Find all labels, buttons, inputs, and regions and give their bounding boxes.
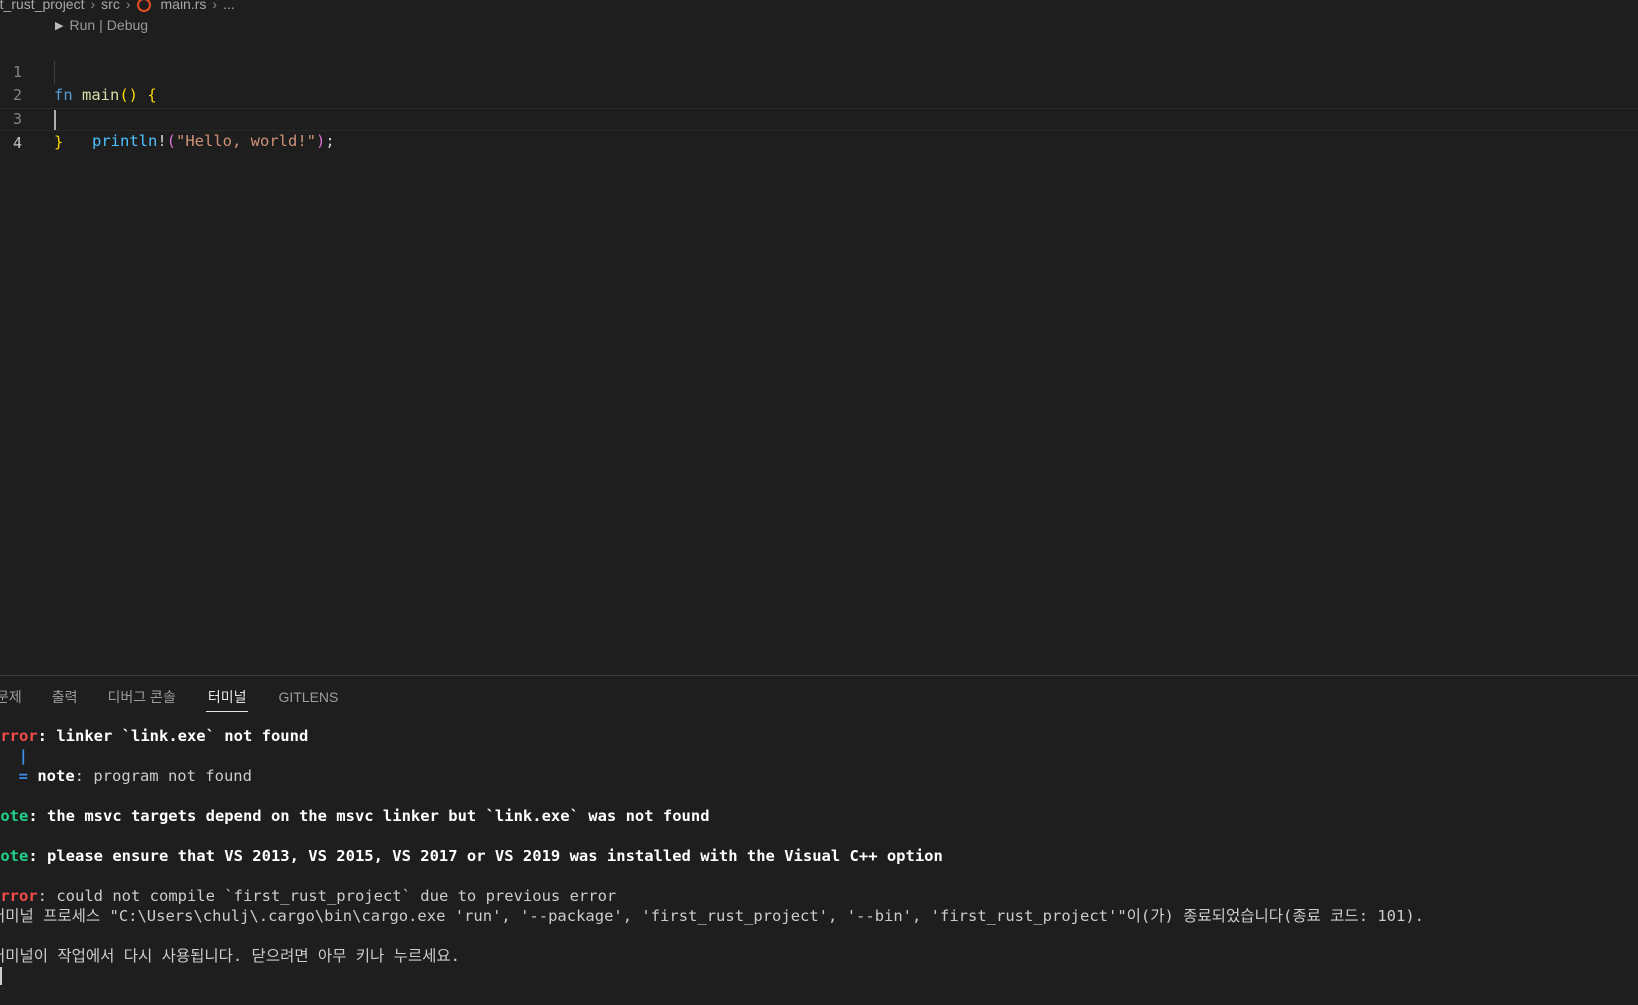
terminal-cursor xyxy=(0,967,2,985)
note-label: note xyxy=(37,767,75,785)
terminal-line: = note: program not found xyxy=(0,766,252,786)
terminal-line: 터미널 프로세스 "C:\Users\chulj\.cargo\bin\carg… xyxy=(0,906,1424,926)
tab-problems[interactable]: 문제 xyxy=(0,686,22,712)
terminal-line: error: linker `link.exe` not found xyxy=(0,726,308,746)
codelens: ▶ Run | Debug xyxy=(55,17,148,33)
code-line[interactable]: 2 println!("Hello, world!"); xyxy=(0,61,1638,150)
terminal-line: note: please ensure that VS 2013, VS 201… xyxy=(0,846,943,866)
terminal-text: 터미널이 작업에서 다시 사용됩니다. 닫으려면 아무 키나 누르세요. xyxy=(0,947,461,965)
terminal-line: 터미널이 작업에서 다시 사용됩니다. 닫으려면 아무 키나 누르세요. xyxy=(0,946,460,966)
macro-bang: ! xyxy=(157,132,167,150)
code-text: println!("Hello, world!"); xyxy=(92,130,335,153)
note-label: note xyxy=(0,847,29,865)
codelens-separator: | xyxy=(99,17,103,33)
macro-name: println xyxy=(92,132,158,150)
tab-gitlens[interactable]: GITLENS xyxy=(278,686,338,712)
error-label: error xyxy=(0,887,38,905)
terminal-text: : program not found xyxy=(74,767,252,785)
terminal-line: error: could not compile `first_rust_pro… xyxy=(0,886,616,906)
vscode-window: rst_rust_project › src › main.rs › ... ▶… xyxy=(0,0,1638,1005)
terminal-text: : the msvc targets depend on the msvc li… xyxy=(28,807,710,825)
code-line[interactable]: 1 fn main() { xyxy=(0,38,1638,104)
panel-tabs: 문제 출력 디버그 콘솔 터미널 GITLENS xyxy=(0,686,368,712)
terminal-text: : please ensure that VS 2013, VS 2015, V… xyxy=(28,847,943,865)
error-label: error xyxy=(0,727,38,745)
equals-marker: = xyxy=(0,767,38,785)
code-editor[interactable]: ▶ Run | Debug 1 fn main() { 2 println!("… xyxy=(0,0,1638,676)
terminal-text: : linker `link.exe` not found xyxy=(37,727,309,745)
tab-terminal[interactable]: 터미널 xyxy=(205,686,249,712)
bottom-panel: 문제 출력 디버그 콘솔 터미널 GITLENS error: linker `… xyxy=(0,675,1638,1005)
terminal-text: 터미널 프로세스 "C:\Users\chulj\.cargo\bin\carg… xyxy=(0,907,1425,925)
terminal-line: | xyxy=(0,746,28,766)
play-icon: ▶ xyxy=(55,19,64,32)
note-label: note xyxy=(0,807,29,825)
terminal-line: note: the msvc targets depend on the msv… xyxy=(0,806,710,826)
text-cursor xyxy=(54,110,56,130)
codelens-debug[interactable]: Debug xyxy=(107,17,148,33)
indent-guide xyxy=(54,61,55,84)
semicolon: ; xyxy=(325,132,335,150)
pipe-marker: | xyxy=(0,747,28,765)
code-line[interactable]: 3 } xyxy=(0,85,1638,151)
terminal-text: : could not compile `first_rust_project`… xyxy=(37,887,617,905)
string-literal: "Hello, world!" xyxy=(176,132,316,150)
right-paren: ) xyxy=(316,132,326,150)
code-line-current[interactable]: 4 xyxy=(0,108,1638,152)
tab-debug-console[interactable]: 디버그 콘솔 xyxy=(108,686,176,712)
line-number: 4 xyxy=(12,134,22,152)
codelens-run[interactable]: Run xyxy=(69,17,95,33)
tab-output[interactable]: 출력 xyxy=(52,686,78,712)
left-paren: ( xyxy=(166,132,177,150)
